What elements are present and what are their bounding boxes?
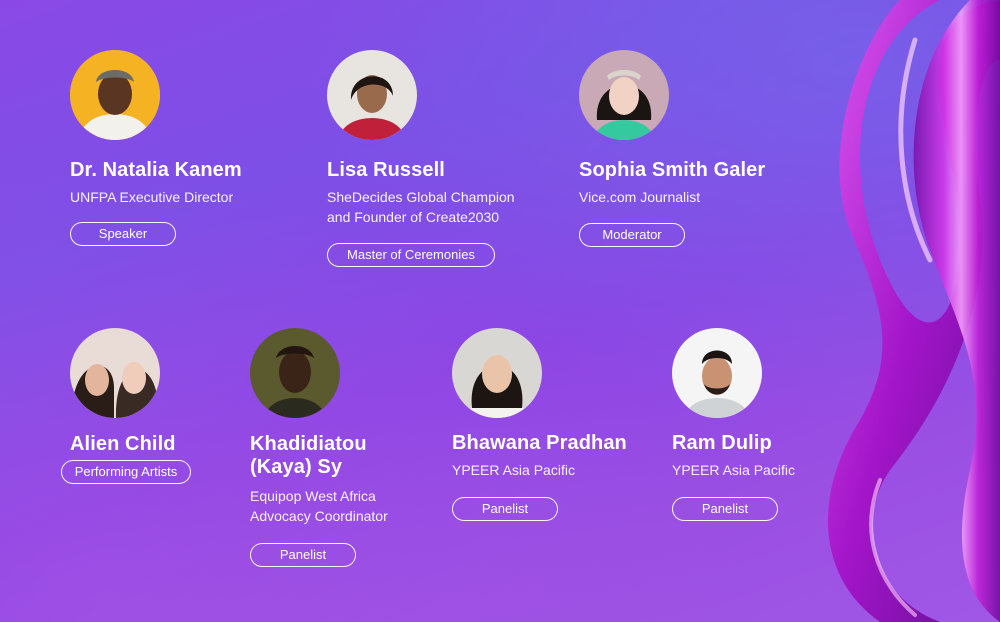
speaker-card-natalia-kanem: Dr. Natalia Kanem UNFPA Executive Direct… xyxy=(70,50,242,246)
avatar xyxy=(452,328,542,418)
role-badge: Moderator xyxy=(579,223,685,247)
person-role-line: Equipop West Africa xyxy=(250,488,376,504)
person-role-line: YPEER Asia Pacific xyxy=(452,462,575,478)
role-badge: Panelist xyxy=(250,543,356,567)
person-role-line: YPEER Asia Pacific xyxy=(672,462,795,478)
speaker-card-lisa-russell: Lisa Russell SheDecides Global Champion … xyxy=(327,50,515,267)
person-role-line: Advocacy Coordinator xyxy=(250,508,388,524)
speaker-card-khadidiatou-sy: Khadidiatou (Kaya) Sy Equipop West Afric… xyxy=(250,328,388,567)
avatar xyxy=(70,328,160,418)
person-role-line: UNFPA Executive Director xyxy=(70,189,234,205)
avatar xyxy=(327,50,417,140)
role-badge: Panelist xyxy=(672,497,778,521)
person-name-line: Khadidiatou xyxy=(250,433,367,455)
person-name: Lisa Russell xyxy=(327,159,445,181)
person-name: Ram Dulip xyxy=(672,432,772,454)
role-badge: Master of Ceremonies xyxy=(327,243,495,267)
avatar xyxy=(579,50,669,140)
avatar xyxy=(250,328,340,418)
person-name: Bhawana Pradhan xyxy=(452,432,627,454)
person-role-line: Vice.com Journalist xyxy=(579,189,701,205)
person-name: Dr. Natalia Kanem xyxy=(70,159,242,181)
avatar xyxy=(672,328,762,418)
person-role-line: SheDecides Global Champion xyxy=(327,189,515,205)
role-badge: Performing Artists xyxy=(61,460,191,484)
person-name-line: (Kaya) Sy xyxy=(250,456,343,478)
person-name: Alien Child xyxy=(70,433,176,455)
speaker-card-bhawana-pradhan: Bhawana Pradhan YPEER Asia Pacific Panel… xyxy=(452,328,627,521)
speaker-card-sophia-smith-galer: Sophia Smith Galer Vice.com Journalist M… xyxy=(579,50,765,247)
avatar xyxy=(70,50,160,140)
speaker-card-alien-child: Alien Child Performing Artists xyxy=(61,328,191,484)
infinity-ribbon-graphic xyxy=(827,0,1000,622)
role-badge: Speaker xyxy=(70,222,176,246)
speaker-card-ram-dulip: Ram Dulip YPEER Asia Pacific Panelist xyxy=(672,328,795,521)
role-badge: Panelist xyxy=(452,497,558,521)
person-role-line: and Founder of Create2030 xyxy=(327,209,500,225)
person-name: Sophia Smith Galer xyxy=(579,159,766,181)
